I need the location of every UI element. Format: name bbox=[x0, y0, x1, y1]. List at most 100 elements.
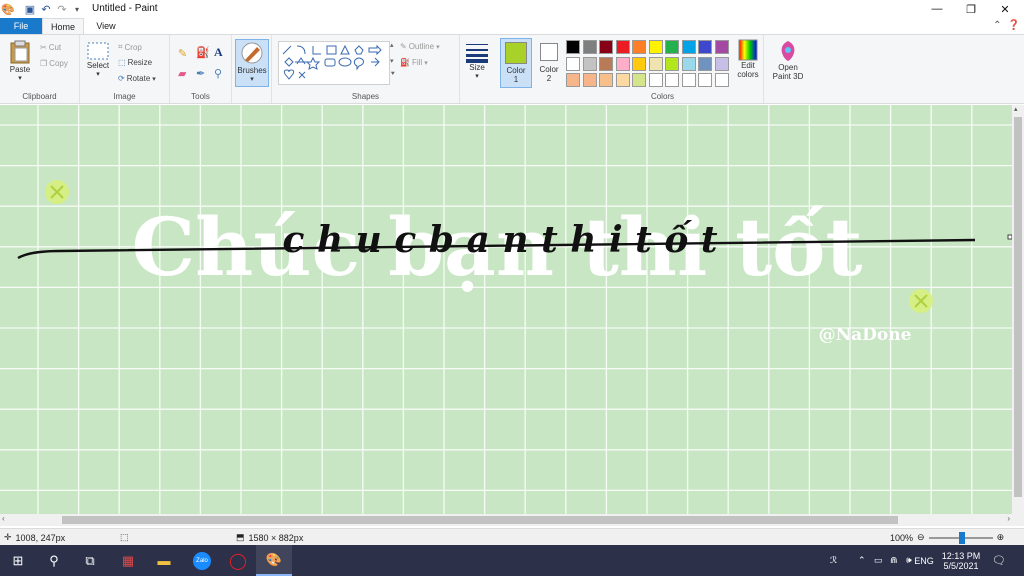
palette-swatch[interactable] bbox=[681, 40, 696, 54]
color-picker-icon[interactable]: ✒ bbox=[196, 67, 205, 80]
zoom-in-icon[interactable]: ⊕ bbox=[997, 532, 1005, 543]
scroll-up-icon[interactable]: ▴ bbox=[1014, 105, 1018, 113]
shapes-scroll-up-icon[interactable]: ▴ bbox=[390, 41, 394, 49]
shapes-gallery[interactable] bbox=[278, 41, 390, 85]
horizontal-scrollbar[interactable]: ‹ › bbox=[0, 514, 1012, 526]
search-icon[interactable]: ⚲ bbox=[36, 545, 72, 576]
people-icon[interactable]: ℛ bbox=[830, 545, 837, 576]
close-button[interactable]: ✕ bbox=[988, 0, 1022, 18]
text-tool-icon[interactable]: A bbox=[214, 45, 223, 60]
color1-button[interactable]: Color 1 bbox=[500, 38, 532, 88]
palette-swatch[interactable] bbox=[648, 40, 663, 54]
color2-button[interactable]: Color 2 bbox=[536, 38, 562, 88]
select-dropdown-icon[interactable]: ▾ bbox=[96, 70, 100, 78]
palette-swatch[interactable] bbox=[566, 56, 580, 71]
network-icon[interactable]: ⋒ bbox=[890, 545, 898, 576]
battery-icon[interactable]: ▭ bbox=[874, 545, 883, 576]
palette-swatch[interactable] bbox=[632, 56, 646, 71]
palette-swatch[interactable] bbox=[648, 73, 663, 87]
horizontal-scroll-thumb[interactable] bbox=[62, 516, 898, 524]
palette-swatch[interactable] bbox=[714, 73, 729, 87]
scroll-right-icon[interactable]: › bbox=[1007, 514, 1010, 523]
canvas-workspace[interactable]: Chúc bạn thi tốt c h u c b a n t h i t ố… bbox=[0, 105, 1012, 514]
palette-swatch[interactable] bbox=[615, 73, 630, 87]
rotate-dropdown-icon[interactable]: ▾ bbox=[152, 75, 156, 83]
palette-swatch[interactable] bbox=[698, 56, 712, 71]
opera-icon[interactable]: ◯ bbox=[220, 545, 256, 576]
brushes-button[interactable]: Brushes ▾ bbox=[235, 39, 269, 87]
restore-button[interactable]: ❐ bbox=[954, 0, 988, 18]
palette-swatch[interactable] bbox=[632, 73, 646, 87]
resize-button[interactable]: ⬚ Resize bbox=[118, 58, 152, 67]
palette-swatch[interactable] bbox=[599, 73, 613, 87]
paint-taskbar-icon[interactable]: 🎨 bbox=[256, 545, 292, 576]
language-indicator[interactable]: ENG bbox=[914, 545, 934, 576]
rotate-button[interactable]: ⟳ Rotate ▾ bbox=[118, 74, 156, 83]
clock[interactable]: 12:13 PM 5/5/2021 bbox=[938, 545, 984, 576]
windows-start-icon[interactable]: ⊞ bbox=[0, 545, 36, 576]
palette-swatch[interactable] bbox=[566, 40, 580, 54]
scroll-left-icon[interactable]: ‹ bbox=[2, 514, 5, 523]
fill-button[interactable]: ⛽ Fill ▾ bbox=[400, 58, 428, 67]
palette-swatch[interactable] bbox=[714, 40, 729, 54]
minimize-button[interactable]: — bbox=[920, 0, 954, 18]
zoom-out-icon[interactable]: ⊖ bbox=[917, 532, 925, 543]
paste-button[interactable]: Paste ▾ bbox=[6, 39, 34, 82]
zalo-icon[interactable]: Zalo bbox=[184, 545, 220, 576]
shapes-scroll-down-icon[interactable]: ▾ bbox=[390, 57, 394, 65]
save-icon[interactable]: ▣ bbox=[24, 2, 36, 16]
palette-swatch[interactable] bbox=[566, 73, 580, 87]
store-app-icon[interactable]: ▦ bbox=[110, 545, 146, 576]
palette-swatch[interactable] bbox=[648, 56, 663, 71]
palette-swatch[interactable] bbox=[665, 73, 679, 87]
palette-swatch[interactable] bbox=[582, 56, 597, 71]
palette-swatch[interactable] bbox=[599, 40, 613, 54]
magnifier-icon[interactable]: ⚲ bbox=[214, 67, 222, 80]
undo-icon[interactable]: ↶ bbox=[40, 2, 52, 16]
pencil-icon[interactable]: ✎ bbox=[178, 47, 187, 60]
task-view-icon[interactable]: ⧉ bbox=[72, 545, 108, 576]
palette-swatch[interactable] bbox=[599, 56, 613, 71]
tab-home[interactable]: Home bbox=[42, 18, 84, 34]
palette-swatch[interactable] bbox=[582, 73, 597, 87]
size-button[interactable]: Size ▾ bbox=[462, 41, 492, 80]
file-explorer-icon[interactable]: ▬ bbox=[146, 545, 182, 576]
vertical-scroll-thumb[interactable] bbox=[1014, 117, 1022, 497]
customize-quick-access-icon[interactable]: ▾ bbox=[72, 2, 82, 16]
zoom-slider[interactable] bbox=[928, 531, 993, 544]
palette-swatch[interactable] bbox=[681, 73, 696, 87]
paste-dropdown-icon[interactable]: ▾ bbox=[18, 74, 22, 82]
edit-colors-button[interactable]: Edit colors bbox=[734, 39, 762, 79]
open-paint3d-button[interactable]: Open Paint 3D bbox=[768, 39, 808, 81]
show-hidden-icons[interactable]: ⌃ bbox=[858, 545, 866, 576]
palette-swatch[interactable] bbox=[665, 40, 679, 54]
palette-swatch[interactable] bbox=[615, 40, 630, 54]
zoom-slider-thumb[interactable] bbox=[958, 531, 965, 544]
palette-swatch[interactable] bbox=[681, 56, 696, 71]
palette-swatch[interactable] bbox=[632, 40, 646, 54]
brushes-dropdown-icon[interactable]: ▾ bbox=[250, 75, 254, 83]
select-button[interactable]: Select ▾ bbox=[86, 41, 110, 78]
help-icon[interactable]: ❓ bbox=[1008, 20, 1020, 31]
drawing-canvas[interactable]: Chúc bạn thi tốt c h u c b a n t h i t ố… bbox=[0, 105, 1012, 514]
crop-button[interactable]: ⌗ Crop bbox=[118, 42, 142, 52]
cut-button[interactable]: ✂ Cut bbox=[40, 43, 61, 52]
tab-view[interactable]: View bbox=[86, 18, 126, 34]
vertical-scrollbar[interactable]: ▴ bbox=[1012, 105, 1024, 514]
collapse-ribbon-icon[interactable]: ⌃ bbox=[993, 20, 1001, 31]
volume-icon[interactable]: 🕪 bbox=[906, 545, 912, 576]
shapes-more-icon[interactable]: ⯆ bbox=[390, 71, 396, 79]
palette-swatch[interactable] bbox=[714, 56, 729, 71]
fill-bucket-icon[interactable]: ⛽ bbox=[196, 46, 210, 59]
palette-swatch[interactable] bbox=[615, 56, 630, 71]
outline-button[interactable]: ✎ Outline ▾ bbox=[400, 42, 440, 51]
eraser-icon[interactable]: ▰ bbox=[178, 67, 186, 80]
palette-swatch[interactable] bbox=[582, 40, 597, 54]
redo-icon[interactable]: ↷ bbox=[56, 2, 68, 16]
palette-swatch[interactable] bbox=[665, 56, 679, 71]
notifications-icon[interactable]: 🗨 bbox=[992, 545, 1006, 576]
tab-file[interactable]: File bbox=[0, 18, 42, 34]
palette-swatch[interactable] bbox=[698, 40, 712, 54]
copy-button[interactable]: ❐ Copy bbox=[40, 59, 68, 68]
palette-swatch[interactable] bbox=[698, 73, 712, 87]
